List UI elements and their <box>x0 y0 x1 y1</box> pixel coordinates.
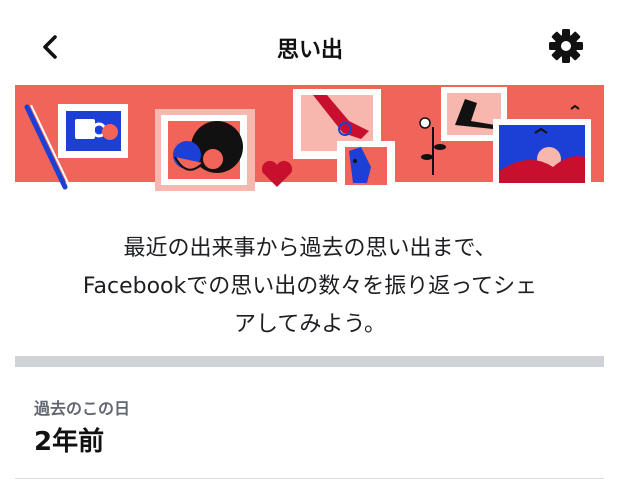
settings-button[interactable] <box>546 26 586 66</box>
intro-line-2: Facebookでの思い出の数々を振り返ってシェ <box>82 274 538 299</box>
memories-banner <box>15 85 604 197</box>
on-this-day-section[interactable]: 過去のこの日 2年前 <box>15 367 604 479</box>
row-divider <box>15 478 604 479</box>
gear-icon <box>549 29 583 63</box>
top-bar: 思い出 <box>0 0 620 90</box>
intro-line-1: 最近の出来事から過去の思い出まで、 <box>123 236 497 261</box>
page-title: 思い出 <box>276 38 343 63</box>
memories-intro-text: 最近の出来事から過去の思い出まで、 Facebookでの思い出の数々を振り返って… <box>40 230 580 344</box>
memories-illustration <box>15 85 604 197</box>
on-this-day-label: 過去のこの日 <box>34 399 131 418</box>
on-this-day-years-ago: 2年前 <box>34 427 105 457</box>
intro-line-3: アしてみよう。 <box>233 312 387 337</box>
section-divider <box>15 356 604 367</box>
